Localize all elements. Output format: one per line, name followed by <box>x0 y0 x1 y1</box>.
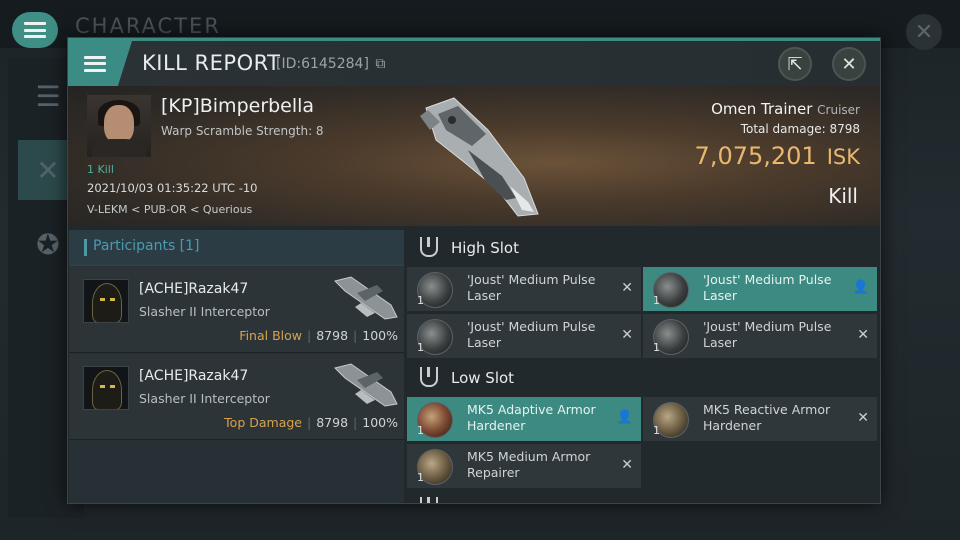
participant-name: [ACHE]Razak47 <box>139 368 249 384</box>
ship-image <box>420 97 539 217</box>
kill-report-modal: KILL REPORT [ID:6145284] ⧉ ⇱ ✕ [KP]Bimpe… <box>67 37 881 504</box>
participant-ship-image <box>334 363 398 407</box>
module-quantity: 1 <box>653 294 660 307</box>
module-name: 'Joust' Medium Pulse Laser <box>467 319 596 350</box>
module-name: MK5 Adaptive Armor Hardener <box>467 402 596 433</box>
module-quantity: 1 <box>417 341 424 354</box>
participant-ship-image <box>334 276 398 320</box>
module-quantity: 1 <box>653 424 660 437</box>
modal-title: KILL REPORT <box>142 51 281 75</box>
background-close-icon[interactable]: ✕ <box>906 14 942 50</box>
module-item[interactable]: 1 'Joust' Medium Pulse Laser ✕ <box>643 314 877 358</box>
low-slot-title: Low Slot <box>451 369 515 387</box>
participant-percent: 100% <box>362 328 398 343</box>
hamburger-icon <box>84 55 106 72</box>
participant-ship: Slasher II Interceptor <box>139 304 270 319</box>
module-name: 'Joust' Medium Pulse Laser <box>703 272 832 303</box>
low-slot-header: Low Slot <box>406 362 880 394</box>
isk-value: 7,075,201 ISK <box>695 142 860 170</box>
participant-damage: 8798 <box>316 415 349 430</box>
total-damage: Total damage: 8798 <box>741 122 860 136</box>
participant-percent: 100% <box>362 415 398 430</box>
fitting-panel: High Slot 1 'Joust' Medium Pulse Laser ✕… <box>406 230 880 503</box>
high-slot-title: High Slot <box>451 239 519 257</box>
participant-damage: 8798 <box>316 328 349 343</box>
next-slot-header <box>406 492 880 503</box>
kill-result: Kill <box>828 184 858 208</box>
participant-portrait <box>83 366 129 410</box>
high-slot-header: High Slot <box>406 232 880 264</box>
total-damage-label: Total damage: <box>740 122 826 136</box>
participant-row[interactable]: [ACHE]Razak47 Slasher II Interceptor Fin… <box>69 267 404 353</box>
app-root: CHARACTER ✕ ☰ ✕ ✪ KILL REPORT [ID:614528… <box>0 0 960 540</box>
hamburger-icon <box>24 22 46 38</box>
destroyed-icon: ✕ <box>621 280 633 296</box>
participants-title: Participants [1] <box>93 238 200 254</box>
participant-portrait <box>83 279 129 323</box>
kill-id[interactable]: [ID:6145284] ⧉ <box>276 56 385 72</box>
ship-class: Cruiser <box>817 103 860 117</box>
participant-role: Final Blow <box>239 328 302 343</box>
participant-role: Top Damage <box>224 415 302 430</box>
participant-name: [ACHE]Razak47 <box>139 281 249 297</box>
slot-icon <box>420 497 438 503</box>
module-quantity: 1 <box>653 341 660 354</box>
modal-menu-button[interactable] <box>68 41 132 86</box>
modal-header: KILL REPORT [ID:6145284] ⧉ ⇱ ✕ <box>68 38 880 86</box>
module-name: 'Joust' Medium Pulse Laser <box>703 319 832 350</box>
victim-ship[interactable]: Omen Trainer Cruiser <box>711 100 860 118</box>
high-slot-icon <box>420 237 438 257</box>
close-button[interactable]: ✕ <box>832 47 866 81</box>
module-name: 'Joust' Medium Pulse Laser <box>467 272 596 303</box>
low-slot-icon <box>420 367 438 387</box>
module-name: MK5 Reactive Armor Hardener <box>703 402 831 433</box>
participants-header: Participants [1] <box>69 230 404 266</box>
isk-amount: 7,075,201 <box>694 142 817 170</box>
isk-unit: ISK <box>826 145 860 169</box>
background-title: CHARACTER <box>75 14 221 38</box>
copy-icon[interactable]: ⧉ <box>375 56 385 72</box>
participants-panel: Participants [1] [ACHE]Razak47 Slasher I… <box>69 230 404 503</box>
background-menu-button[interactable] <box>12 12 58 48</box>
destroyed-icon: ✕ <box>857 327 869 343</box>
total-damage-value: 8798 <box>829 122 860 136</box>
participant-row[interactable]: [ACHE]Razak47 Slasher II Interceptor Top… <box>69 354 404 440</box>
victim-kill-count: 1 Kill <box>87 163 114 176</box>
module-item[interactable]: 1 MK5 Medium Armor Repairer ✕ <box>407 444 641 488</box>
share-icon: ⇱ <box>787 53 803 75</box>
destroyed-icon: ✕ <box>621 327 633 343</box>
victim-name[interactable]: [KP]Bimperbella <box>161 95 314 117</box>
module-item[interactable]: 1 MK5 Reactive Armor Hardener ✕ <box>643 397 877 441</box>
destroyed-icon: ✕ <box>621 457 633 473</box>
participant-stats: Top Damage | 8798 | 100% <box>224 415 398 430</box>
module-item[interactable]: 1 'Joust' Medium Pulse Laser ✕ <box>407 314 641 358</box>
module-quantity: 1 <box>417 471 424 484</box>
module-quantity: 1 <box>417 424 424 437</box>
dropped-icon: 👤 <box>616 410 633 425</box>
destroyed-icon: ✕ <box>857 410 869 426</box>
victim-hero: [KP]Bimperbella Warp Scramble Strength: … <box>68 86 880 226</box>
participant-ship: Slasher II Interceptor <box>139 391 270 406</box>
module-quantity: 1 <box>417 294 424 307</box>
module-item[interactable]: 1 'Joust' Medium Pulse Laser ✕ <box>407 267 641 311</box>
warp-scramble-strength: Warp Scramble Strength: 8 <box>161 124 324 138</box>
dropped-icon: 👤 <box>852 280 869 295</box>
module-item[interactable]: 1 MK5 Adaptive Armor Hardener 👤 <box>407 397 641 441</box>
module-item[interactable]: 1 'Joust' Medium Pulse Laser 👤 <box>643 267 877 311</box>
module-name: MK5 Medium Armor Repairer <box>467 449 591 480</box>
share-button[interactable]: ⇱ <box>778 47 812 81</box>
participant-stats: Final Blow | 8798 | 100% <box>239 328 398 343</box>
ship-name: Omen Trainer <box>711 100 813 118</box>
kill-id-label: [ID:6145284] <box>276 56 369 72</box>
close-icon: ✕ <box>841 53 857 75</box>
victim-portrait[interactable] <box>87 95 151 157</box>
kill-timestamp: 2021/10/03 01:35:22 UTC -10 <box>87 181 258 195</box>
kill-location[interactable]: V-LEKM < PUB-OR < Querious <box>87 203 252 216</box>
